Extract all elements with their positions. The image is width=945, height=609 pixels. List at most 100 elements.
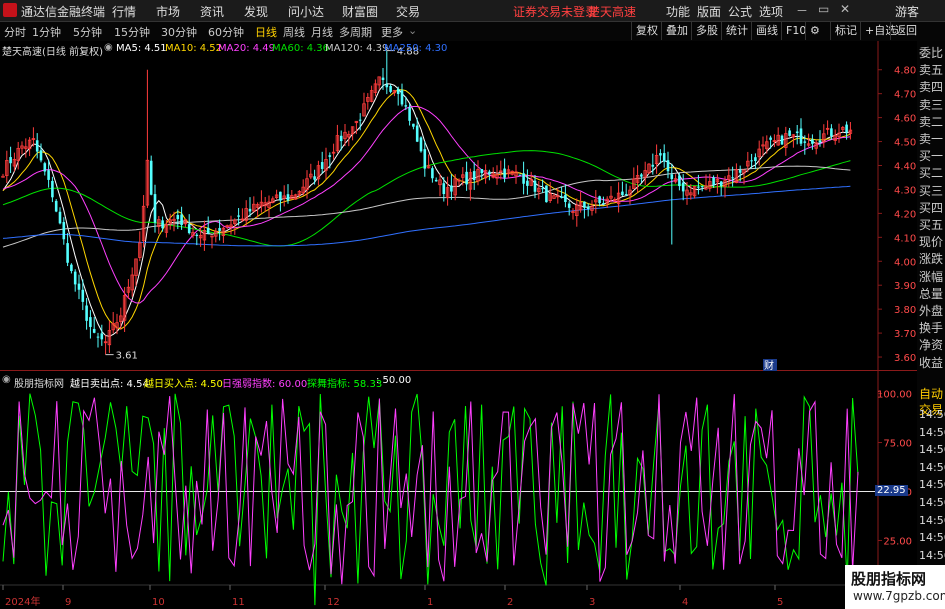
side-label[interactable]: 涨跌 [919,250,943,267]
tool-mark[interactable]: 标记 [830,22,861,40]
candle-body [400,90,404,105]
menu-market[interactable]: 市场 [156,3,180,20]
period-5min[interactable]: 5分钟 [73,24,102,40]
side-label[interactable]: 收益 [919,354,943,371]
candle-body [385,84,389,88]
maximize-icon[interactable]: ▭ [818,2,829,16]
menu-layout[interactable]: 版面 [697,3,721,20]
side-label[interactable]: 买三 [919,182,943,199]
candle[interactable] [780,134,784,145]
user-guest[interactable]: 游客 [895,3,919,20]
candle-body [248,208,252,212]
side-trade-label[interactable]: 自动 [919,385,943,402]
candle-body [423,149,427,169]
period-30min[interactable]: 30分钟 [161,24,197,40]
candle-body [545,185,548,203]
candle-body [769,137,772,140]
candle-body [442,183,446,195]
side-label[interactable]: 买二 [919,164,943,181]
candle[interactable] [293,193,298,200]
period-more[interactable]: 更多 [381,24,403,40]
period-weekly[interactable]: 周线 [283,24,305,40]
legend-ma20: MA20: 4.49 [218,43,276,54]
candle-body [518,174,522,176]
menu-trade[interactable]: 交易 [396,3,420,20]
candle-body [279,191,282,201]
candle-body [526,180,529,186]
candle-body [488,171,491,175]
candle-body [43,163,47,172]
side-label[interactable]: 卖五 [919,61,943,78]
period-multi[interactable]: 多周期 [339,24,372,40]
side-label[interactable]: 卖二 [919,113,943,130]
indicator-toggle-icon[interactable]: ◉ [2,374,11,385]
side-label[interactable]: 卖一 [919,130,943,147]
candle-body [339,135,343,142]
candle-body [358,119,362,121]
period-monthly[interactable]: 月线 [311,24,333,40]
price-tick-label: 4.00 [894,257,916,268]
price-tick-label: 3.90 [894,281,916,292]
candle-body [697,186,700,188]
tool-overlay[interactable]: 叠加 [661,22,692,40]
tool-multi-stock[interactable]: 多股 [691,22,722,40]
menu-options[interactable]: 选项 [759,3,783,20]
candle-body [408,107,411,121]
menu-function[interactable]: 功能 [666,3,690,20]
side-label[interactable]: 涨幅 [919,268,943,285]
close-icon[interactable]: ✕ [840,2,850,16]
tool-stats[interactable]: 统计 [721,22,752,40]
side-label[interactable]: 总量 [919,285,943,302]
side-label[interactable]: 委比 [919,44,943,61]
indicator-dance: 探舞指标: 58.33 [307,379,383,390]
kline-chart[interactable]: 4.883.61财 4.804.704.604.504.404.304.204.… [0,41,917,609]
candle[interactable] [149,155,153,196]
candle-body [651,164,655,167]
legend-ma5: MA5: 4.51 [116,43,167,54]
period-intraday[interactable]: 分时 [4,24,26,40]
side-label[interactable]: 买一 [919,147,943,164]
period-daily[interactable]: 日线 [255,24,277,40]
period-1min[interactable]: 1分钟 [32,24,61,40]
candle[interactable] [647,163,651,175]
menu-discover[interactable]: 发现 [244,3,268,20]
side-label[interactable]: 换手 [919,319,943,336]
menu-market-quotes[interactable]: 行情 [112,3,136,20]
chevron-down-icon[interactable]: ⌄ [408,24,417,37]
side-label[interactable]: 净资 [919,336,943,353]
tool-back[interactable]: 返回 [890,22,921,40]
period-15min[interactable]: 15分钟 [114,24,150,40]
menu-wealth-circle[interactable]: 财富圈 [342,3,378,20]
candle-body [750,160,753,162]
stock-tab[interactable]: 楚天高速 [588,3,636,20]
login-notice[interactable]: 证券交易未登录 [513,3,597,20]
candle-body [700,186,704,188]
menu-formula[interactable]: 公式 [728,3,752,20]
minimize-icon[interactable]: － [796,2,808,19]
side-label[interactable]: 卖三 [919,96,943,113]
low-price-label: 3.61 [116,351,138,362]
candle-body [541,188,544,190]
legend-toggle-icon[interactable]: ◉ [104,42,113,53]
side-label[interactable]: 买四 [919,199,943,216]
indicator-tick-label: 25.00 [883,536,912,547]
menu-news[interactable]: 资讯 [200,3,224,20]
side-label[interactable]: 卖四 [919,78,943,95]
tool-adjust[interactable]: 复权 [631,22,662,40]
candle-body [161,220,164,229]
side-label[interactable]: 现价 [919,233,943,250]
candle[interactable] [545,185,548,203]
period-60min[interactable]: 60分钟 [208,24,244,40]
indicator-strength: 日强弱指数: 60.00 [222,379,308,390]
side-label[interactable]: 买五 [919,216,943,233]
side-label[interactable]: 外盘 [919,302,943,319]
tool-drawline[interactable]: 画线 [751,22,782,40]
candle-body [522,173,525,184]
candle-body [803,141,807,143]
candle[interactable] [419,136,423,153]
candle[interactable] [54,199,58,213]
price-tick-label: 4.10 [894,233,916,244]
indicator-buy-point: 越日买入点: 4.50 [144,379,223,390]
menu-ask-xiaoda[interactable]: 问小达 [288,3,324,20]
candle[interactable] [518,174,522,176]
